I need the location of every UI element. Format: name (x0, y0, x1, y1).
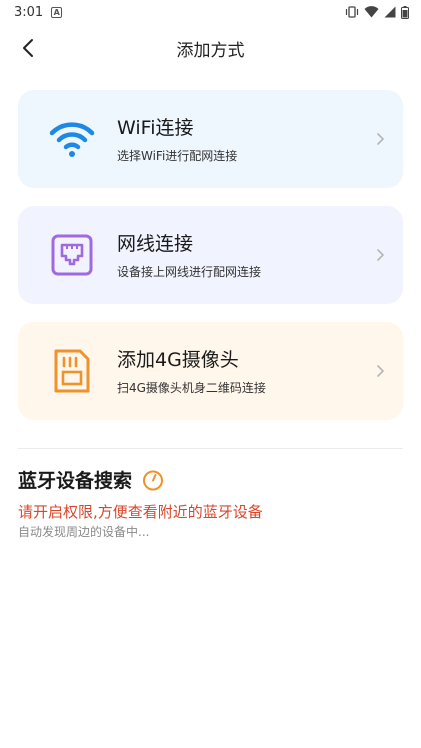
bluetooth-title: 蓝牙设备搜索 (18, 470, 133, 492)
cell-signal-icon (384, 6, 396, 18)
page-title: 添加方式 (176, 41, 245, 61)
status-left: 3:01 A (14, 4, 63, 20)
a-badge-icon: A (51, 6, 63, 18)
chevron-right-icon (377, 133, 384, 145)
ethernet-option-title: 网线连接 (117, 233, 194, 255)
ethernet-port-icon (48, 232, 96, 278)
section-divider (18, 448, 403, 449)
wifi-connection-option[interactable]: WiFi连接 选择WiFi进行配网连接 (18, 90, 403, 188)
wifi-option-title: WiFi连接 (117, 117, 194, 139)
wifi-option-subtitle: 选择WiFi进行配网连接 (117, 149, 238, 163)
status-bar: 3:01 A (0, 0, 421, 24)
4g-camera-option[interactable]: 添加4G摄像头 扫4G摄像头机身二维码连接 (18, 322, 403, 420)
wifi-signal-icon (364, 6, 379, 18)
bluetooth-search-status: 自动发现周边的设备中... (18, 525, 150, 539)
status-right (345, 5, 409, 19)
ethernet-option-text: 网线连接 设备接上网线进行配网连接 (117, 232, 261, 280)
bluetooth-header: 蓝牙设备搜索 (18, 466, 403, 493)
chevron-right-icon (377, 249, 384, 261)
wifi-option-text: WiFi连接 选择WiFi进行配网连接 (117, 116, 237, 164)
wifi-icon (48, 116, 96, 162)
chevron-right-icon (377, 365, 384, 377)
timer-icon (143, 470, 164, 490)
vibrate-icon (345, 6, 359, 18)
4g-option-text: 添加4G摄像头 扫4G摄像头机身二维码连接 (117, 348, 266, 396)
ethernet-option-subtitle: 设备接上网线进行配网连接 (117, 265, 262, 279)
4g-option-subtitle: 扫4G摄像头机身二维码连接 (117, 381, 266, 395)
bluetooth-permission-warning[interactable]: 请开启权限,方便查看附近的蓝牙设备 (18, 502, 403, 522)
status-time: 3:01 (14, 4, 44, 20)
battery-icon (401, 5, 409, 19)
title-bar: 添加方式 (0, 24, 421, 72)
bluetooth-search-section: 蓝牙设备搜索 请开启权限,方便查看附近的蓝牙设备 自动发现周边的设备中... (18, 466, 403, 540)
4g-option-title: 添加4G摄像头 (117, 349, 239, 371)
ethernet-connection-option[interactable]: 网线连接 设备接上网线进行配网连接 (18, 206, 403, 304)
sim-card-icon (48, 348, 96, 394)
